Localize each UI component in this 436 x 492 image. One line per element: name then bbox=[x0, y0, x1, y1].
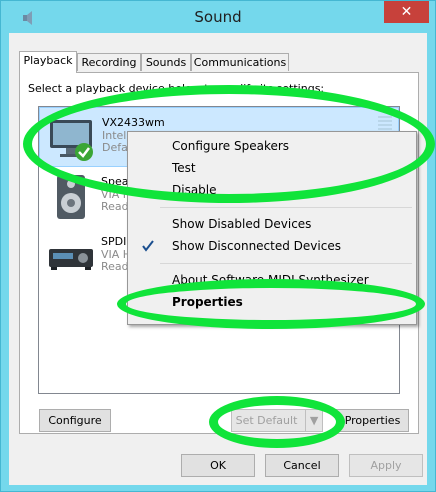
title-bar[interactable]: Sound ✕ bbox=[1, 1, 435, 33]
configure-button[interactable]: Configure bbox=[39, 409, 111, 432]
ok-button[interactable]: OK bbox=[181, 454, 255, 477]
menu-item-show-disconnected-devices[interactable]: Show Disconnected Devices bbox=[128, 235, 416, 257]
apply-button[interactable]: Apply bbox=[349, 454, 423, 477]
menu-item-show-disabled-devices[interactable]: Show Disabled Devices bbox=[128, 213, 416, 235]
tab-communications[interactable]: Communications bbox=[191, 53, 289, 71]
menu-separator bbox=[160, 263, 412, 264]
sound-dialog: Sound ✕ Playback Recording Sounds Commun… bbox=[0, 0, 436, 492]
checkmark-icon bbox=[142, 240, 154, 252]
device-status: Read bbox=[101, 260, 129, 273]
highlight-ellipse-device bbox=[23, 85, 435, 203]
tab-playback[interactable]: Playback bbox=[19, 51, 77, 73]
properties-button[interactable]: Properties bbox=[336, 409, 409, 432]
tab-sounds[interactable]: Sounds bbox=[141, 53, 191, 71]
menu-item-label: Show Disconnected Devices bbox=[172, 239, 341, 253]
highlight-ellipse-set-default bbox=[209, 396, 345, 448]
device-status: Read bbox=[101, 200, 129, 213]
cancel-button[interactable]: Cancel bbox=[265, 454, 339, 477]
menu-item-label: Show Disabled Devices bbox=[172, 217, 312, 231]
highlight-ellipse-properties bbox=[117, 279, 425, 329]
tab-recording[interactable]: Recording bbox=[77, 53, 141, 71]
close-button[interactable]: ✕ bbox=[384, 1, 429, 23]
menu-separator bbox=[160, 207, 412, 208]
window-title: Sound bbox=[194, 8, 242, 26]
spdif-device-icon bbox=[49, 249, 93, 270]
